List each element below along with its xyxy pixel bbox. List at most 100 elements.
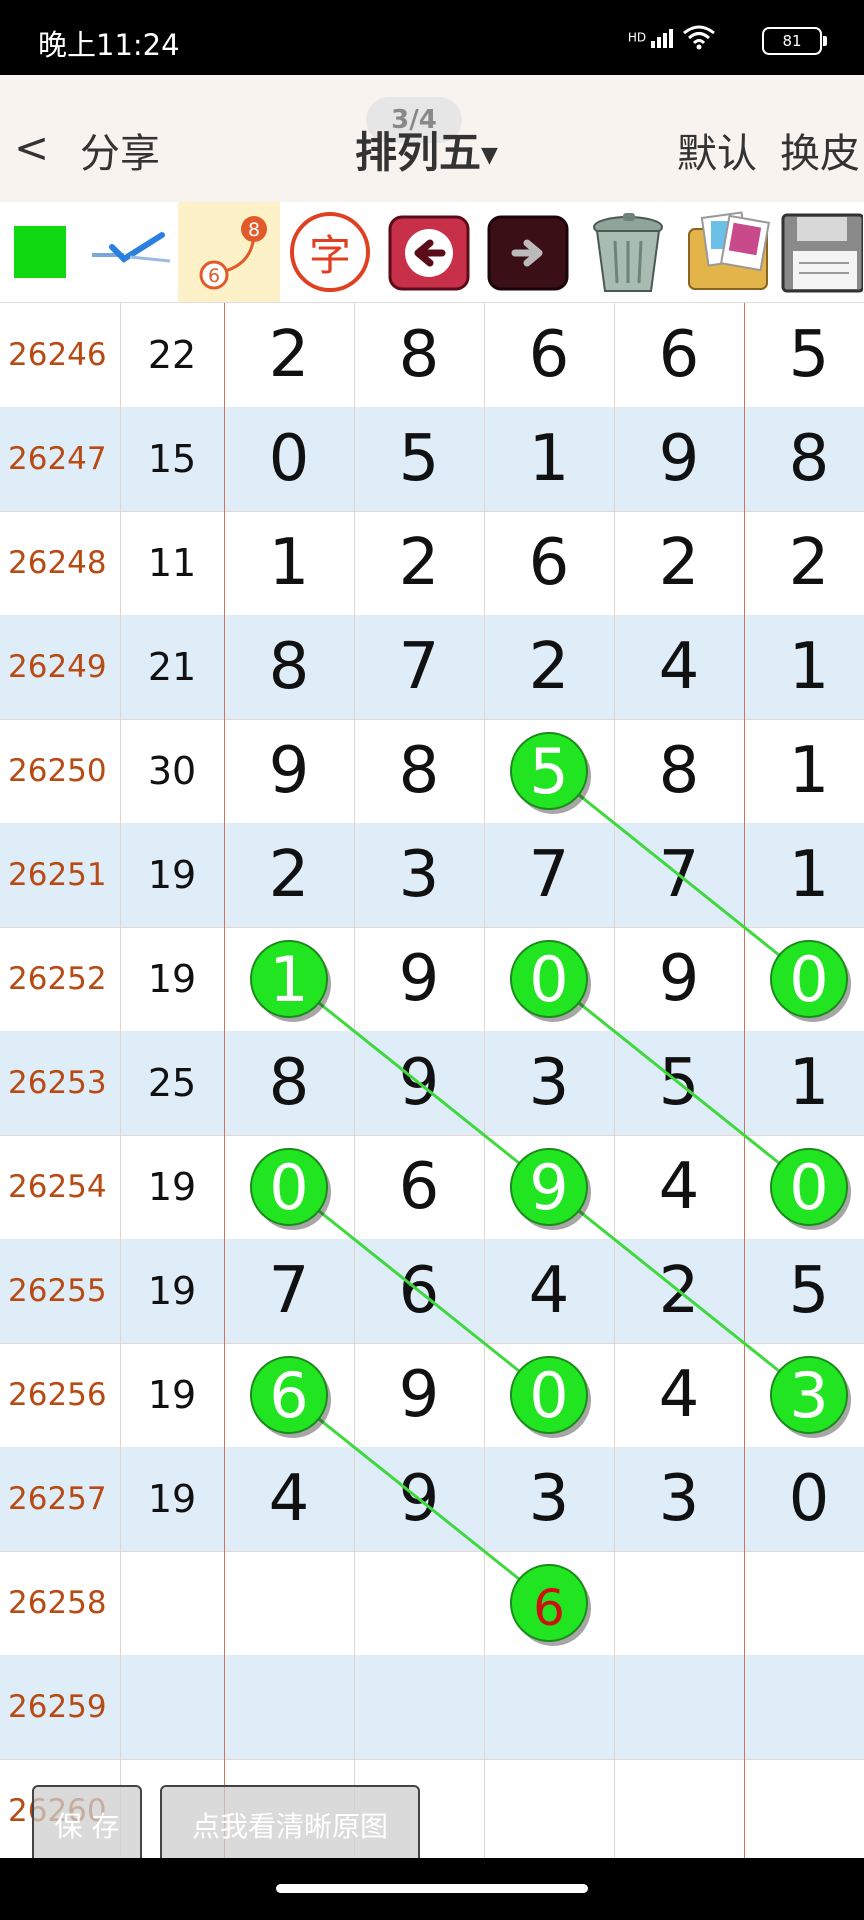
digit-cell[interactable] [484, 1343, 614, 1447]
digit-cell[interactable]: 6 [484, 511, 614, 615]
skin-button[interactable]: 换皮 [780, 121, 860, 179]
lottery-type-dropdown[interactable]: 排列五▼ [355, 119, 498, 180]
digit-cell[interactable]: 4 [614, 1343, 744, 1447]
digit-cell[interactable]: 1 [744, 823, 864, 927]
digit-cell[interactable]: 3 [354, 823, 484, 927]
share-button[interactable]: 分享 [80, 121, 160, 179]
table-row[interactable]: 26246 22 2 8 6 6 5 [0, 303, 864, 408]
digit-cell[interactable] [744, 927, 864, 1031]
table-row[interactable]: 26253 25 8 9 3 5 1 [0, 1031, 864, 1136]
digit-cell[interactable]: 2 [224, 823, 354, 927]
digit-cell[interactable]: 8 [224, 615, 354, 719]
digit-cell[interactable]: 6 [484, 303, 614, 407]
save-button[interactable]: 保 存 [32, 1785, 142, 1865]
digit-cell[interactable] [484, 1135, 614, 1239]
digit-cell[interactable] [354, 1655, 484, 1759]
digit-cell[interactable] [484, 1551, 614, 1655]
digit-cell[interactable] [744, 1655, 864, 1759]
table-row[interactable]: 26258 [0, 1551, 864, 1656]
digit-cell[interactable] [614, 1655, 744, 1759]
digit-cell[interactable]: 0 [224, 407, 354, 511]
digit-cell[interactable] [484, 1655, 614, 1759]
digit-cell[interactable] [744, 1551, 864, 1655]
digit-cell[interactable]: 3 [484, 1447, 614, 1551]
digit-cell[interactable] [354, 1551, 484, 1655]
digit-cell[interactable]: 1 [744, 615, 864, 719]
digit-cell[interactable]: 3 [614, 1447, 744, 1551]
table-row[interactable]: 26248 11 1 2 6 2 2 [0, 511, 864, 617]
digit-cell[interactable]: 9 [354, 1031, 484, 1135]
digit-cell[interactable] [484, 927, 614, 1031]
digit-cell[interactable] [224, 1343, 354, 1447]
redo-button[interactable] [478, 202, 578, 302]
digit-cell[interactable]: 6 [354, 1239, 484, 1343]
digit-cell[interactable] [744, 1343, 864, 1447]
digit-cell[interactable]: 1 [744, 1031, 864, 1135]
save-disk-button[interactable] [778, 202, 864, 302]
digit-cell[interactable]: 8 [354, 303, 484, 407]
digit-cell[interactable]: 4 [484, 1239, 614, 1343]
table-row[interactable]: 26251 19 2 3 7 7 1 [0, 823, 864, 928]
digit-cell[interactable]: 5 [614, 1031, 744, 1135]
undo-button[interactable] [380, 202, 478, 302]
table-row[interactable]: 26252 19 9 9 [0, 927, 864, 1033]
digit-cell[interactable]: 0 [744, 1447, 864, 1551]
table-row[interactable]: 26255 19 7 6 4 2 5 [0, 1239, 864, 1344]
digit-cell[interactable]: 3 [484, 1031, 614, 1135]
digit-cell[interactable]: 8 [614, 719, 744, 823]
digit-cell[interactable]: 8 [224, 1031, 354, 1135]
digit-cell[interactable]: 6 [614, 303, 744, 407]
digit-cell[interactable] [224, 1551, 354, 1655]
default-button[interactable]: 默认 [677, 121, 757, 179]
digit-cell[interactable]: 5 [744, 303, 864, 407]
digit-cell[interactable]: 5 [744, 1239, 864, 1343]
digit-cell[interactable]: 2 [744, 511, 864, 615]
digit-cell[interactable]: 8 [354, 719, 484, 823]
back-button[interactable]: < [14, 123, 49, 172]
table-row[interactable]: 26259 [0, 1655, 864, 1760]
digit-cell[interactable]: 2 [354, 511, 484, 615]
digit-cell[interactable]: 4 [224, 1447, 354, 1551]
table-row[interactable]: 26257 19 4 9 3 3 0 [0, 1447, 864, 1552]
connect-points-button[interactable]: 8 6 [178, 202, 280, 302]
digit-cell[interactable]: 4 [614, 615, 744, 719]
digit-cell[interactable]: 9 [354, 927, 484, 1031]
table-row[interactable]: 26249 21 8 7 2 4 1 [0, 615, 864, 720]
digit-cell[interactable]: 7 [484, 823, 614, 927]
digit-cell[interactable]: 4 [614, 1135, 744, 1239]
digit-cell[interactable]: 7 [614, 823, 744, 927]
table-row[interactable]: 26247 15 0 5 1 9 8 [0, 407, 864, 512]
digit-cell[interactable] [224, 1655, 354, 1759]
digit-cell[interactable]: 7 [224, 1239, 354, 1343]
color-swatch-button[interactable] [0, 202, 80, 302]
digit-cell[interactable]: 1 [744, 719, 864, 823]
digit-cell[interactable]: 9 [354, 1447, 484, 1551]
digit-cell[interactable] [614, 1551, 744, 1655]
view-original-button[interactable]: 点我看清晰原图 [160, 1785, 420, 1865]
digit-cell[interactable]: 2 [224, 303, 354, 407]
digit-cell[interactable]: 9 [614, 407, 744, 511]
table-row[interactable]: 26250 30 9 8 8 1 [0, 719, 864, 824]
gallery-button[interactable] [678, 202, 778, 302]
char-button[interactable]: 字 [280, 202, 380, 302]
digit-cell[interactable]: 9 [354, 1343, 484, 1447]
digit-cell[interactable]: 1 [484, 407, 614, 511]
digit-cell[interactable]: 9 [224, 719, 354, 823]
home-indicator[interactable] [276, 1884, 588, 1893]
digit-cell[interactable]: 8 [744, 407, 864, 511]
digit-cell[interactable] [744, 1135, 864, 1239]
draw-grid[interactable]: 26246 22 2 8 6 6 5 26247 15 0 5 1 9 8 26248 11 1 2 6 2 2 2624… [0, 303, 864, 1858]
check-button[interactable] [80, 202, 178, 302]
digit-cell[interactable]: 5 [354, 407, 484, 511]
digit-cell[interactable]: 6 [354, 1135, 484, 1239]
digit-cell[interactable]: 2 [614, 1239, 744, 1343]
digit-cell[interactable]: 2 [484, 615, 614, 719]
digit-cell[interactable] [484, 719, 614, 823]
table-row[interactable]: 26254 19 6 4 [0, 1135, 864, 1240]
digit-cell[interactable]: 7 [354, 615, 484, 719]
digit-cell[interactable] [224, 927, 354, 1031]
digit-cell[interactable] [224, 1135, 354, 1239]
digit-cell[interactable]: 1 [224, 511, 354, 615]
table-row[interactable]: 26256 19 9 4 [0, 1343, 864, 1449]
delete-button[interactable] [578, 202, 678, 302]
